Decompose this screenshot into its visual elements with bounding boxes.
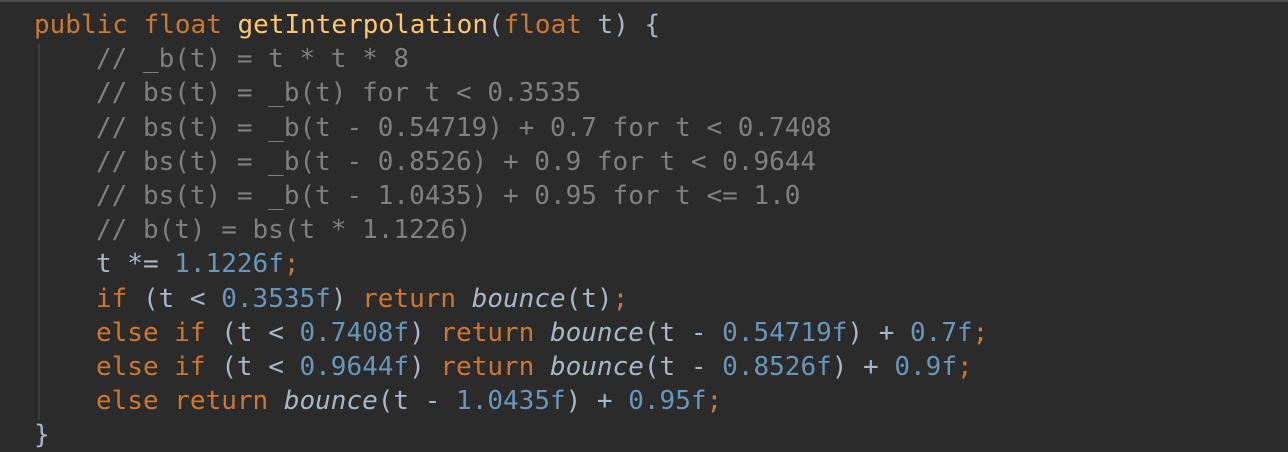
number-literal: 0.7408f xyxy=(299,317,410,348)
code-line-scale: t *= 1.1226f; xyxy=(34,247,1288,281)
semicolon: ; xyxy=(283,249,300,280)
code-token: ) xyxy=(409,351,441,382)
code-line-if: if (t < 0.3535f) return bounce(t); xyxy=(34,282,1288,316)
code-token: ) + xyxy=(847,317,911,348)
number-literal: 0.7f xyxy=(910,317,973,348)
code-comment-line: // b(t) = bs(t * 1.1226) xyxy=(96,215,472,246)
code-token: (t < xyxy=(127,283,222,314)
number-literal: 0.8526f xyxy=(722,351,832,382)
code-editor[interactable]: public float getInterpolation(float t) {… xyxy=(0,0,1288,450)
number-literal: 0.9f xyxy=(894,351,957,382)
code-token: ) + xyxy=(565,386,629,417)
code-line-else-if: else if (t < 0.9644f) return bounce(t - … xyxy=(34,350,1288,384)
semicolon: ; xyxy=(957,351,973,382)
code-comment-line: // bs(t) = _b(t - 1.0435) + 0.95 for t <… xyxy=(96,180,801,211)
code-comment-line: // bs(t) = _b(t - 0.8526) + 0.9 for t < … xyxy=(96,146,817,177)
keyword-return: return xyxy=(440,317,535,348)
code-line-method-signature: public float getInterpolation(float t) { xyxy=(34,8,1288,42)
keyword-float: float xyxy=(143,10,222,40)
code-token: (t - xyxy=(643,351,723,382)
code-token: ) xyxy=(409,317,441,348)
method-call-bounce: bounce xyxy=(283,386,378,417)
keyword-public: public xyxy=(34,10,128,40)
keyword-return: return xyxy=(440,351,535,382)
code-token: (t < xyxy=(205,317,300,348)
code-token: (t < xyxy=(205,351,300,382)
number-literal: 1.1226f xyxy=(174,249,284,280)
keyword-return: return xyxy=(362,283,457,314)
code-comment-line: // bs(t) = _b(t - 0.54719) + 0.7 for t <… xyxy=(96,112,832,143)
number-literal: 0.3535f xyxy=(221,283,331,314)
method-call-bounce: bounce xyxy=(549,351,644,382)
code-token: t *= xyxy=(96,249,175,280)
code-comment-line: // _b(t) = t * t * 8 xyxy=(96,44,410,75)
keyword-param-float: float xyxy=(503,10,582,40)
keyword-else-if: else if xyxy=(96,317,206,348)
paren-open: ( xyxy=(487,10,504,40)
code-token: (t) xyxy=(565,283,613,314)
code-token: ) + xyxy=(831,351,895,382)
keyword-if: if xyxy=(96,283,128,314)
number-literal: 0.54719f xyxy=(722,317,848,348)
keyword-else-return: else return xyxy=(96,386,269,417)
code-line-else-return: else return bounce(t - 1.0435f) + 0.95f; xyxy=(34,384,1288,418)
code-comment-line: // bs(t) = _b(t) for t < 0.3535 xyxy=(96,78,582,109)
keyword-else-if: else if xyxy=(96,351,206,382)
semicolon: ; xyxy=(972,317,989,348)
code-line-else-if: else if (t < 0.7408f) return bounce(t - … xyxy=(34,316,1288,350)
code-token: ) xyxy=(330,283,363,314)
code-block: public float getInterpolation(float t) {… xyxy=(34,8,1288,452)
semicolon: ; xyxy=(706,386,723,417)
method-call-bounce: bounce xyxy=(471,283,566,314)
number-literal: 1.0435f xyxy=(456,386,566,417)
code-token: (t - xyxy=(643,317,723,348)
semicolon: ; xyxy=(612,283,629,314)
number-literal: 0.95f xyxy=(628,386,707,417)
closing-brace: } xyxy=(34,420,50,451)
method-name: getInterpolation xyxy=(237,10,488,40)
method-call-bounce: bounce xyxy=(549,317,644,348)
number-literal: 0.9644f xyxy=(299,351,410,382)
param-and-brace: t) { xyxy=(581,10,661,40)
code-token: (t - xyxy=(377,386,457,417)
